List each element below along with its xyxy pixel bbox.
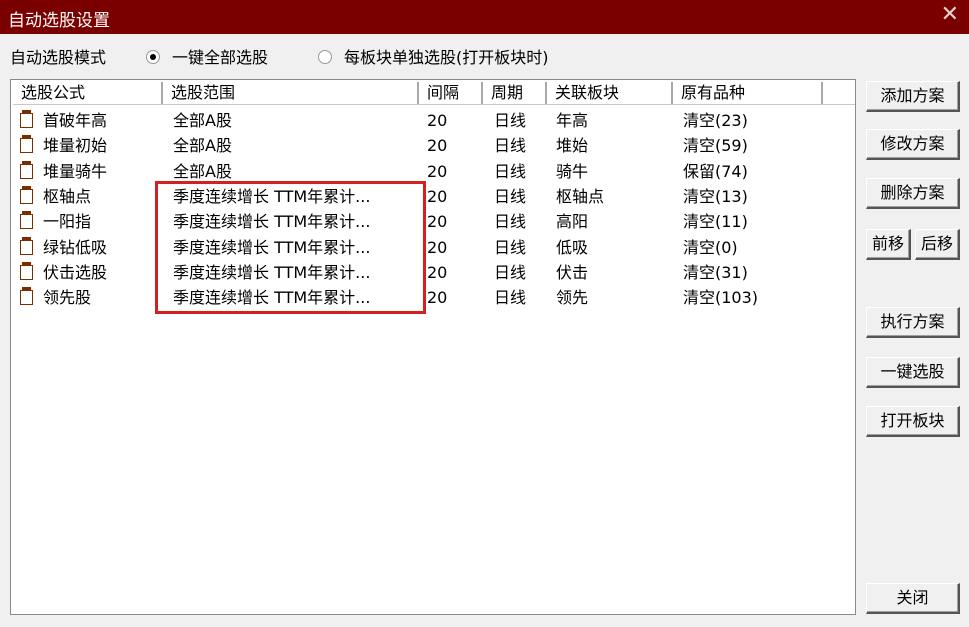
- cell-block: 伏击: [556, 262, 589, 282]
- radio-option-all-label: 一键全部选股: [172, 48, 269, 67]
- cell-formula: 领先股: [43, 288, 92, 308]
- cell-block: 年高: [556, 111, 589, 130]
- cell-scope: 季度连续增长 TTM年累计...: [173, 288, 371, 308]
- move-down-button[interactable]: 后移: [915, 229, 960, 260]
- formula-doc-icon: [20, 261, 33, 280]
- cell-original: 清空(23): [683, 111, 748, 130]
- cell-original: 清空(11): [683, 212, 748, 232]
- cell-formula: 堆量骑牛: [43, 161, 108, 181]
- scheme-list[interactable]: 选股公式 选股范围 间隔 周期 关联板块 原有品种 首破年高 全部A股 20 日线 年高…: [10, 79, 856, 615]
- table-row[interactable]: 堆量骑牛 全部A股 20 日线 骑牛 保留(74): [13, 159, 855, 184]
- cell-interval: 20: [427, 186, 448, 206]
- cell-scope: 季度连续增长 TTM年累计...: [173, 212, 371, 232]
- cell-interval: 20: [427, 136, 448, 156]
- cell-period: 日线: [494, 161, 527, 181]
- cell-interval: 20: [427, 237, 448, 257]
- move-up-button[interactable]: 前移: [866, 229, 911, 260]
- cell-scope: 季度连续增长 TTM年累计...: [173, 237, 371, 257]
- radio-checked-icon[interactable]: [146, 50, 160, 64]
- modify-scheme-button[interactable]: 修改方案: [866, 129, 960, 160]
- list-header: 选股公式 选股范围 间隔 周期 关联板块 原有品种: [13, 82, 855, 105]
- cell-block: 领先: [556, 288, 589, 308]
- cell-original: 清空(13): [683, 186, 748, 206]
- cell-original: 清空(103): [683, 288, 759, 308]
- close-button[interactable]: 关闭: [866, 583, 960, 614]
- title-bar: 自动选股设置 ✕: [0, 0, 969, 34]
- cell-block: 堆始: [556, 136, 589, 156]
- column-header-block[interactable]: 关联板块: [547, 82, 673, 104]
- cell-block: 高阳: [556, 212, 589, 232]
- delete-scheme-button[interactable]: 删除方案: [866, 178, 960, 209]
- table-row[interactable]: 首破年高 全部A股 20 日线 年高 清空(23): [13, 108, 855, 133]
- cell-scope: 季度连续增长 TTM年累计...: [173, 186, 371, 206]
- formula-doc-icon: [20, 236, 33, 255]
- cell-period: 日线: [494, 288, 527, 308]
- table-row[interactable]: 伏击选股 季度连续增长 TTM年累计... 20 日线 伏击 清空(31): [13, 260, 855, 285]
- cell-original: 清空(31): [683, 262, 748, 282]
- column-header-scope[interactable]: 选股范围: [163, 82, 419, 104]
- cell-period: 日线: [494, 186, 527, 206]
- table-row[interactable]: 堆量初始 全部A股 20 日线 堆始 清空(59): [13, 133, 855, 158]
- one-click-select-button[interactable]: 一键选股: [866, 357, 960, 388]
- cell-scope: 季度连续增长 TTM年累计...: [173, 262, 371, 282]
- cell-interval: 20: [427, 111, 448, 130]
- formula-doc-icon: [20, 287, 33, 306]
- table-row[interactable]: 绿钻低吸 季度连续增长 TTM年累计... 20 日线 低吸 清空(0): [13, 235, 855, 260]
- cell-period: 日线: [494, 136, 527, 156]
- radio-option-each[interactable]: 每板块单独选股(打开板块时): [318, 44, 549, 68]
- cell-interval: 20: [427, 161, 448, 181]
- formula-doc-icon: [20, 185, 33, 204]
- cell-original: 清空(0): [683, 237, 738, 257]
- cell-period: 日线: [494, 262, 527, 282]
- column-header-formula[interactable]: 选股公式: [13, 82, 163, 104]
- cell-formula: 堆量初始: [43, 136, 108, 156]
- cell-original: 保留(74): [683, 161, 748, 181]
- cell-interval: 20: [427, 288, 448, 308]
- radio-option-all[interactable]: 一键全部选股: [146, 44, 268, 68]
- cell-scope: 全部A股: [173, 111, 232, 130]
- mode-label: 自动选股模式: [10, 48, 107, 67]
- cell-formula: 首破年高: [43, 111, 108, 130]
- execute-scheme-button[interactable]: 执行方案: [866, 307, 960, 338]
- column-header-interval[interactable]: 间隔: [419, 82, 483, 104]
- cell-scope: 全部A股: [173, 136, 232, 156]
- cell-original: 清空(59): [683, 136, 748, 156]
- cell-period: 日线: [494, 212, 527, 232]
- close-icon[interactable]: ✕: [941, 3, 959, 27]
- radio-option-each-label: 每板块单独选股(打开板块时): [344, 48, 549, 67]
- cell-block: 骑牛: [556, 161, 589, 181]
- column-header-period[interactable]: 周期: [483, 82, 547, 104]
- cell-block: 枢轴点: [556, 186, 605, 206]
- open-block-button[interactable]: 打开板块: [866, 406, 960, 437]
- cell-formula: 枢轴点: [43, 186, 92, 206]
- cell-formula: 一阳指: [43, 212, 92, 232]
- cell-period: 日线: [494, 237, 527, 257]
- formula-doc-icon: [20, 110, 33, 128]
- table-row[interactable]: 枢轴点 季度连续增长 TTM年累计... 20 日线 枢轴点 清空(13): [13, 184, 855, 209]
- formula-doc-icon: [20, 135, 33, 154]
- cell-scope: 全部A股: [173, 161, 232, 181]
- cell-interval: 20: [427, 212, 448, 232]
- table-row[interactable]: 领先股 季度连续增长 TTM年累计... 20 日线 领先 清空(103): [13, 285, 855, 310]
- cell-period: 日线: [494, 111, 527, 130]
- cell-interval: 20: [427, 262, 448, 282]
- cell-block: 低吸: [556, 237, 589, 257]
- window-title: 自动选股设置: [8, 11, 110, 31]
- cell-formula: 绿钻低吸: [43, 237, 108, 257]
- radio-unchecked-icon[interactable]: [318, 50, 332, 64]
- formula-doc-icon: [20, 211, 33, 230]
- table-row[interactable]: 一阳指 季度连续增长 TTM年累计... 20 日线 高阳 清空(11): [13, 209, 855, 234]
- cell-formula: 伏击选股: [43, 262, 108, 282]
- column-header-original[interactable]: 原有品种: [673, 82, 823, 104]
- add-scheme-button[interactable]: 添加方案: [866, 81, 960, 112]
- formula-doc-icon: [20, 160, 33, 179]
